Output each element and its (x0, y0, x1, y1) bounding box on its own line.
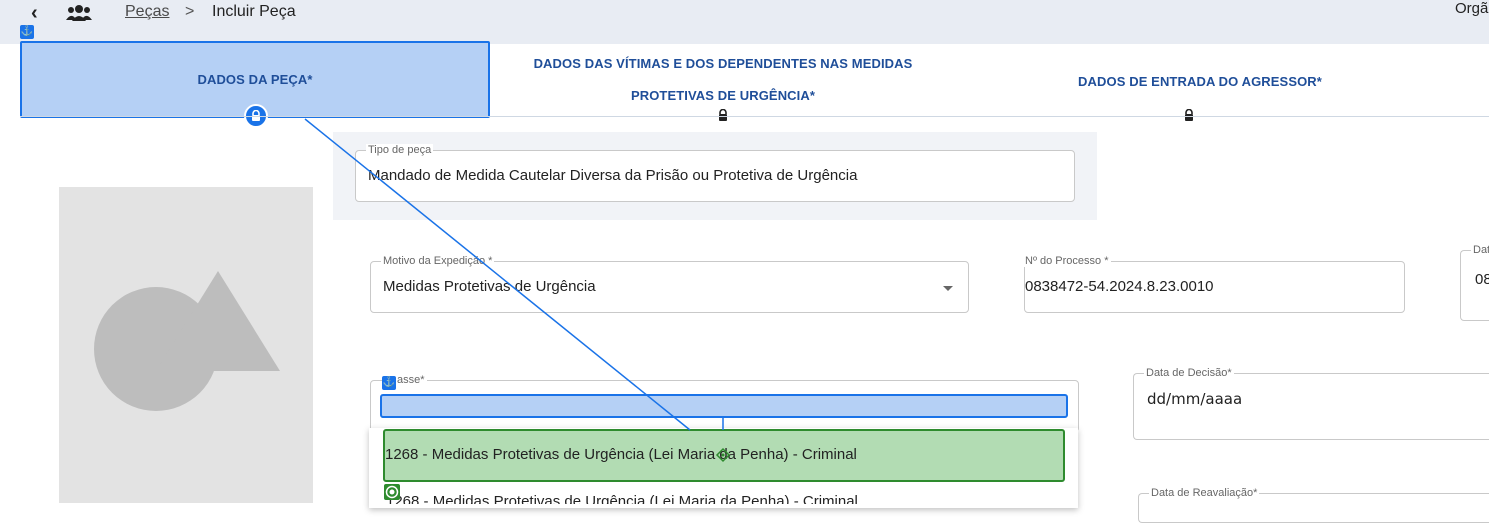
annotation-overlay (304, 118, 731, 463)
